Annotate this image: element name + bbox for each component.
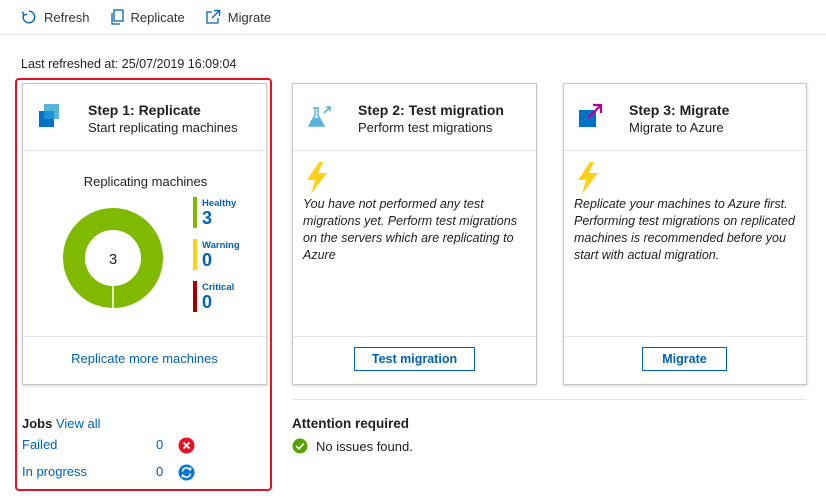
test-migration-card-subtitle: Perform test migrations: [358, 120, 493, 135]
migrate-icon: [579, 103, 603, 127]
flask-icon: [307, 106, 331, 127]
lightning-bolt-icon: [578, 162, 598, 194]
migrate-card-footer: Migrate: [564, 336, 806, 384]
critical-value: 0: [202, 292, 213, 312]
migrate-card-title: Step 3: Migrate: [629, 102, 730, 118]
replicate-card-title: Step 1: Replicate: [88, 102, 201, 118]
replicate-icon: [39, 104, 59, 127]
healthy-color-bar: [193, 197, 197, 228]
view-all-jobs-link[interactable]: View all: [56, 416, 101, 431]
replicate-card: Step 1: Replicate Start replicating mach…: [22, 83, 267, 385]
jobs-failed-count: 0: [156, 437, 164, 452]
refresh-label: Refresh: [44, 9, 90, 25]
attention-message: No issues found.: [292, 438, 413, 454]
replicating-machines-title: Replicating machines: [83, 174, 208, 189]
test-migration-card-title: Step 2: Test migration: [358, 102, 504, 118]
refresh-icon: [21, 10, 36, 24]
jobs-failed-link[interactable]: Failed: [22, 437, 57, 452]
attention-message-text: No issues found.: [316, 438, 413, 454]
jobs-in-progress-link[interactable]: In progress: [22, 464, 87, 479]
jobs-section-title: Jobs View all: [22, 416, 101, 431]
test-migration-card-header: Step 2: Test migration Perform test migr…: [293, 84, 536, 151]
migrate-button[interactable]: Migrate: [205, 9, 271, 25]
test-migration-card-footer: Test migration: [293, 336, 536, 384]
migrate-card-button[interactable]: Migrate: [642, 347, 727, 371]
error-icon: [178, 437, 195, 454]
replicate-card-header: Step 1: Replicate Start replicating mach…: [23, 84, 266, 151]
jobs-heading: Jobs: [22, 416, 53, 431]
donut-total: 3: [109, 251, 117, 268]
test-migration-description: You have not performed any test migratio…: [303, 197, 517, 262]
replication-donut-chart: 3: [63, 208, 163, 308]
replicate-card-footer: Replicate more machines: [23, 336, 266, 384]
replicate-card-subtitle: Start replicating machines: [88, 120, 238, 135]
sync-icon: [178, 464, 195, 481]
warning-value: 0: [202, 250, 213, 270]
attention-required-title: Attention required: [292, 416, 409, 431]
migrate-label: Migrate: [227, 9, 272, 25]
command-bar: Refresh Replicate Migrate: [0, 0, 826, 35]
open-external-icon: [206, 9, 220, 24]
critical-color-bar: [193, 281, 197, 312]
healthy-value: 3: [202, 208, 213, 228]
last-refreshed-text: Last refreshed at: 25/07/2019 16:09:04: [21, 57, 237, 71]
success-check-icon: [292, 438, 308, 454]
lightning-bolt-icon: [307, 162, 327, 194]
section-divider: [292, 399, 806, 400]
test-migration-button[interactable]: Test migration: [354, 347, 475, 371]
refresh-button[interactable]: Refresh: [21, 9, 90, 25]
replicate-label: Replicate: [130, 9, 185, 25]
copy-icon: [110, 9, 124, 25]
migrate-card: Step 3: Migrate Migrate to Azure Replica…: [563, 83, 807, 385]
migrate-card-subtitle: Migrate to Azure: [629, 120, 724, 135]
migrate-card-header: Step 3: Migrate Migrate to Azure: [564, 84, 806, 151]
replicate-button[interactable]: Replicate: [110, 9, 185, 25]
jobs-in-progress-count: 0: [156, 464, 164, 479]
test-migration-card: Step 2: Test migration Perform test migr…: [292, 83, 537, 385]
migrate-description: Replicate your machines to Azure first. …: [574, 197, 795, 262]
replicate-more-machines-link[interactable]: Replicate more machines: [23, 351, 266, 366]
warning-color-bar: [193, 239, 197, 270]
